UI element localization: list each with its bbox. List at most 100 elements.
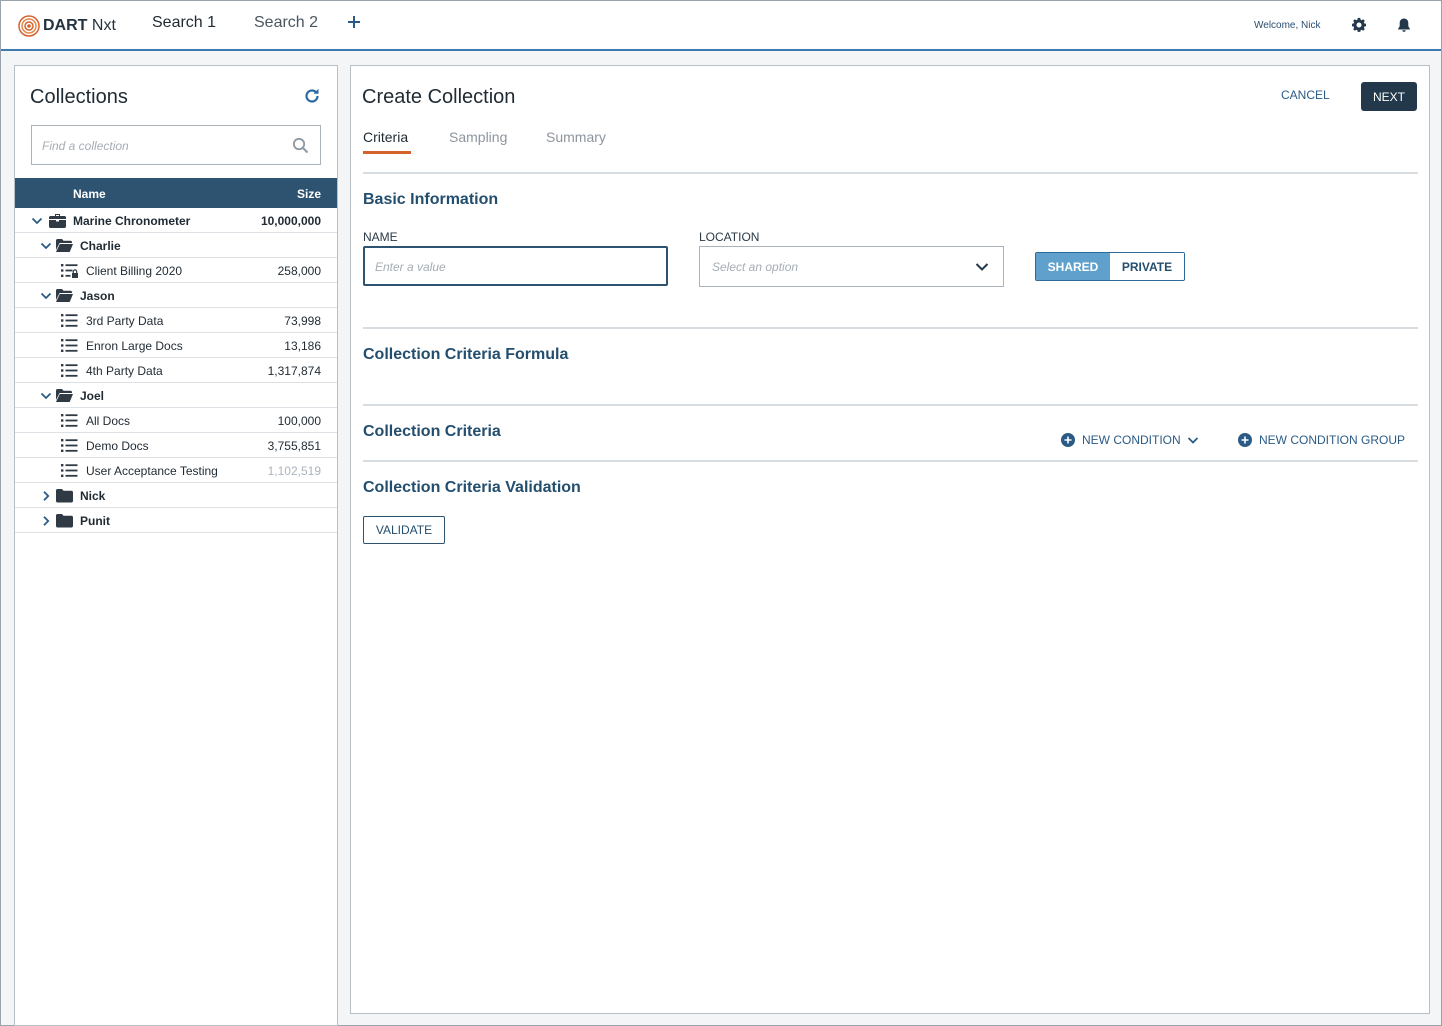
collections-panel: Collections Name Size Marine Chronometer… xyxy=(14,65,338,1026)
tree-row-label: Demo Docs xyxy=(86,439,149,453)
name-label: NAME xyxy=(363,230,398,244)
tree-row-label: 4th Party Data xyxy=(86,364,163,378)
name-input[interactable] xyxy=(375,257,655,277)
new-condition-group-button[interactable]: NEW CONDITION GROUP xyxy=(1238,433,1405,447)
tree-row-label: Enron Large Docs xyxy=(86,339,183,353)
tree-row-label: User Acceptance Testing xyxy=(86,464,218,478)
tree-row[interactable]: 4th Party Data 1,317,874 xyxy=(15,358,337,383)
tree-row[interactable]: All Docs 100,000 xyxy=(15,408,337,433)
welcome-text: Welcome, Nick xyxy=(1254,20,1321,31)
tree-row[interactable]: User Acceptance Testing 1,102,519 xyxy=(15,458,337,483)
cancel-button[interactable]: CANCEL xyxy=(1281,88,1330,102)
tree-row-label: Joel xyxy=(80,389,105,403)
tree-row-label: 3rd Party Data xyxy=(86,314,164,328)
tree-row-size: 10,000,000 xyxy=(260,214,321,228)
refresh-icon[interactable] xyxy=(303,87,321,105)
chevron-down-icon[interactable] xyxy=(40,390,52,400)
divider xyxy=(363,327,1418,329)
size-column-header[interactable]: Size xyxy=(297,187,321,201)
tree-row-label: Marine Chronometer xyxy=(73,214,191,228)
tab-criteria[interactable]: Criteria xyxy=(363,129,408,145)
collections-table-header: Name Size xyxy=(15,178,337,208)
criteria-formula-heading: Collection Criteria Formula xyxy=(363,346,569,363)
collections-tree: Marine Chronometer 10,000,000 Charlie Clien… xyxy=(15,208,337,533)
collections-title: Collections xyxy=(30,86,128,108)
list-icon xyxy=(61,338,78,353)
create-collection-panel: Create Collection CANCEL NEXT Criteria S… xyxy=(350,65,1430,1014)
tree-row-size: 1,102,519 xyxy=(267,464,321,478)
location-label: LOCATION xyxy=(699,230,760,244)
tree-row-label: Client Billing 2020 xyxy=(86,264,183,278)
tree-row-size: 258,000 xyxy=(277,264,321,278)
tab-search-2[interactable]: Search 2 xyxy=(254,14,318,32)
private-option[interactable]: PRIVATE xyxy=(1110,253,1184,280)
dart-logo-icon xyxy=(18,15,40,37)
tree-row[interactable]: Joel xyxy=(15,383,337,408)
visibility-toggle: SHARED PRIVATE xyxy=(1035,252,1185,281)
tree-row[interactable]: Enron Large Docs 13,186 xyxy=(15,333,337,358)
chevron-right-icon[interactable] xyxy=(40,490,52,501)
create-collection-title: Create Collection xyxy=(362,86,516,108)
list-icon xyxy=(61,413,78,428)
list-icon xyxy=(61,313,78,328)
tree-row[interactable]: Jason xyxy=(15,283,337,308)
tree-row[interactable]: Charlie xyxy=(15,233,337,258)
tree-row-size: 73,998 xyxy=(284,314,321,328)
chevron-down-icon[interactable] xyxy=(40,240,52,250)
tab-summary[interactable]: Summary xyxy=(546,129,606,145)
tree-row[interactable]: Nick xyxy=(15,483,337,508)
divider xyxy=(363,172,1418,174)
chevron-down-icon xyxy=(975,263,989,271)
top-bar: DART Nxt Search 1 Search 2 Welcome, Nick xyxy=(1,1,1441,51)
chevron-down-icon[interactable] xyxy=(31,215,43,225)
add-tab-plus-icon[interactable] xyxy=(346,13,364,33)
next-button[interactable]: NEXT xyxy=(1361,82,1417,111)
new-condition-button[interactable]: NEW CONDITION xyxy=(1061,433,1199,447)
chevron-down-icon xyxy=(1187,436,1198,444)
collection-search-input[interactable] xyxy=(42,136,282,156)
tree-row-label: Charlie xyxy=(80,239,121,253)
locked-list-icon xyxy=(61,263,78,278)
tree-row-label: Punit xyxy=(80,514,110,528)
tree-row[interactable]: Client Billing 2020 258,000 xyxy=(15,258,337,283)
plus-circle-icon xyxy=(1238,433,1252,447)
gear-icon[interactable] xyxy=(1351,17,1367,33)
tree-row[interactable]: 3rd Party Data 73,998 xyxy=(15,308,337,333)
criteria-validation-heading: Collection Criteria Validation xyxy=(363,479,581,496)
folder-open-icon xyxy=(56,238,73,253)
bell-icon[interactable] xyxy=(1396,17,1412,33)
new-condition-label: NEW CONDITION xyxy=(1082,433,1181,447)
list-icon xyxy=(61,463,78,478)
tab-search-1[interactable]: Search 1 xyxy=(152,14,216,32)
active-tab-indicator xyxy=(363,151,411,154)
collection-criteria-heading: Collection Criteria xyxy=(363,423,501,440)
collection-search-field[interactable] xyxy=(31,125,321,165)
folder-open-icon xyxy=(56,388,73,403)
search-icon[interactable] xyxy=(292,137,309,154)
new-condition-group-label: NEW CONDITION GROUP xyxy=(1259,433,1405,447)
chevron-down-icon[interactable] xyxy=(40,290,52,300)
tree-row[interactable]: Punit xyxy=(15,508,337,533)
tree-row-size: 3,755,851 xyxy=(267,439,321,453)
briefcase-icon xyxy=(49,213,66,228)
app-logo[interactable]: DART Nxt xyxy=(18,14,116,38)
tree-row-label: Jason xyxy=(80,289,115,303)
logo-text: DART Nxt xyxy=(43,17,116,34)
name-column-header[interactable]: Name xyxy=(73,187,106,201)
name-field[interactable] xyxy=(363,246,668,286)
location-select[interactable]: Select an option xyxy=(699,246,1004,287)
divider xyxy=(363,460,1418,462)
tree-row[interactable]: Marine Chronometer 10,000,000 xyxy=(15,208,337,233)
list-icon xyxy=(61,438,78,453)
validate-button[interactable]: VALIDATE xyxy=(363,516,445,544)
folder-icon xyxy=(56,488,73,503)
plus-circle-icon xyxy=(1061,433,1075,447)
tab-sampling[interactable]: Sampling xyxy=(449,129,507,145)
chevron-right-icon[interactable] xyxy=(40,515,52,526)
tree-row[interactable]: Demo Docs 3,755,851 xyxy=(15,433,337,458)
tree-row-label: All Docs xyxy=(86,414,131,428)
divider xyxy=(363,404,1418,406)
tree-row-size: 1,317,874 xyxy=(267,364,321,378)
shared-option[interactable]: SHARED xyxy=(1036,253,1110,280)
folder-open-icon xyxy=(56,288,73,303)
